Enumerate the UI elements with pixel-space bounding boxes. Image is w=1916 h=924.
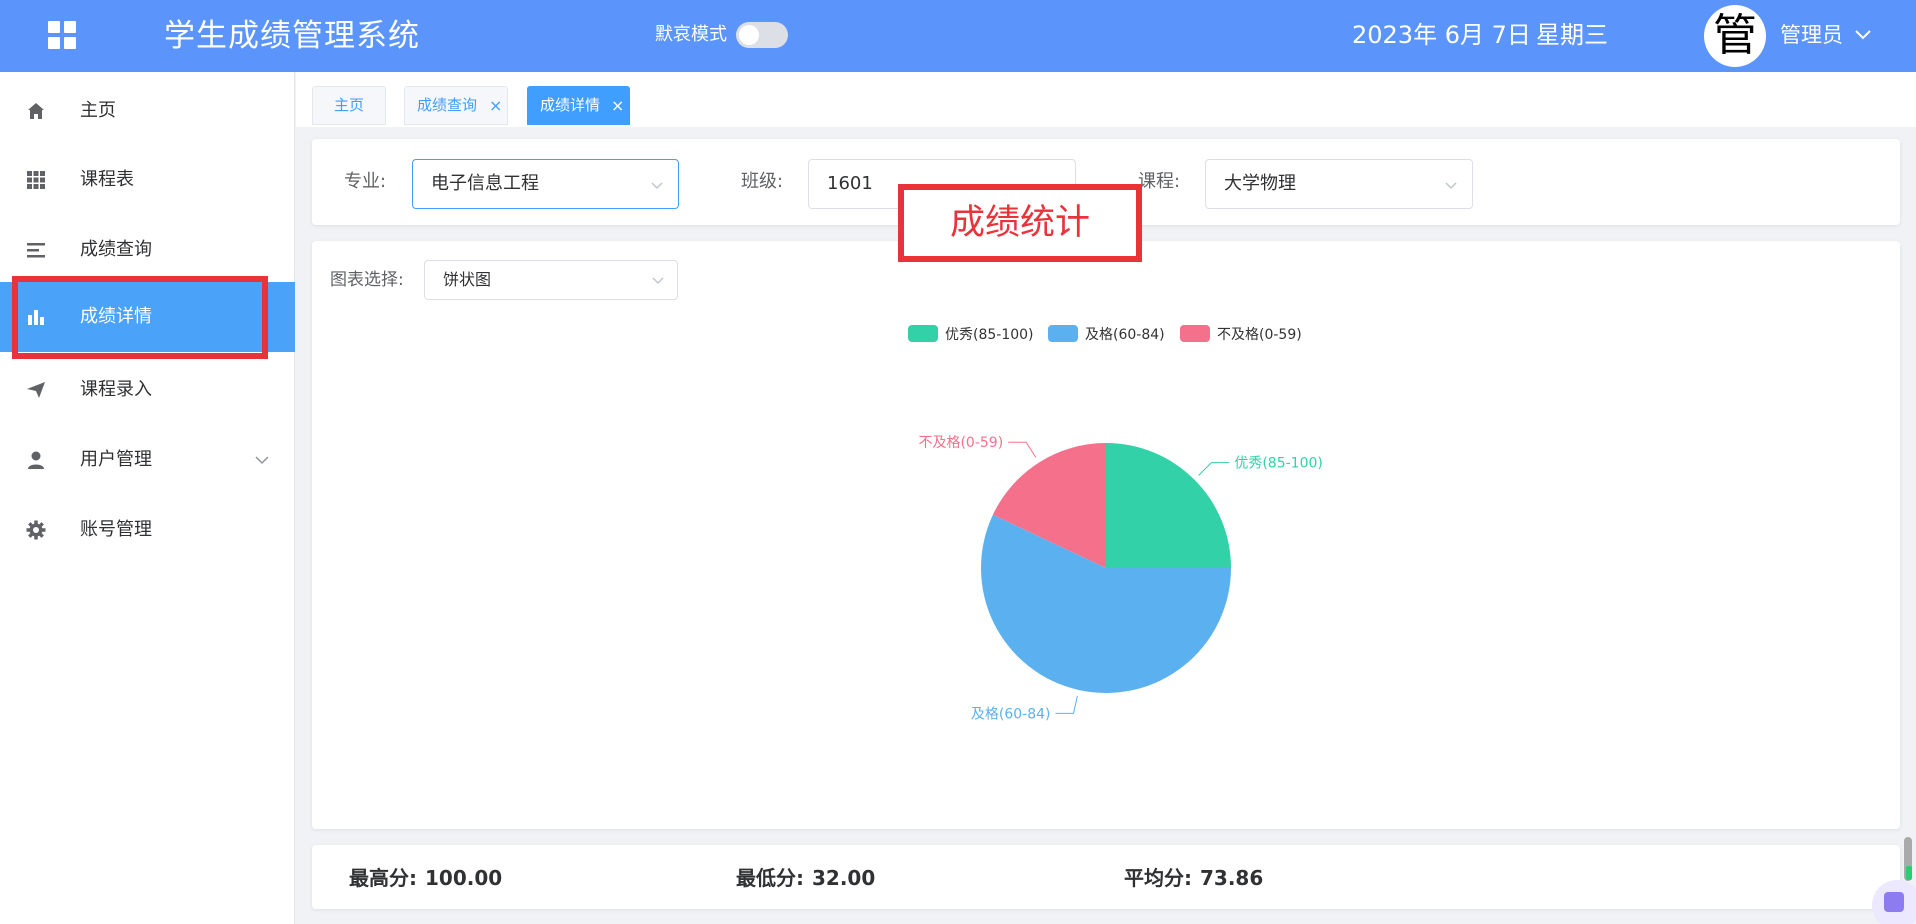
- sidebar-item-label: 课程录入: [80, 379, 152, 400]
- mourning-mode-toggle[interactable]: [736, 22, 788, 48]
- sidebar-item-label: 课程表: [80, 169, 134, 190]
- legend-item[interactable]: 及格(60-84): [1048, 325, 1165, 343]
- bar-chart-icon: [28, 310, 44, 325]
- tab-label: 成绩查询: [417, 96, 478, 114]
- pie-slice-label: 优秀(85-100): [1234, 456, 1323, 472]
- min-score-value: 32.00: [812, 866, 876, 890]
- avg-score-label: 平均分:: [1124, 866, 1192, 890]
- course-label: 课程:: [1138, 171, 1181, 192]
- close-icon[interactable]: ×: [489, 87, 502, 124]
- chevron-down-icon[interactable]: [1853, 24, 1873, 44]
- legend-item[interactable]: 优秀(85-100): [908, 325, 1034, 343]
- legend-swatch: [1048, 325, 1078, 342]
- tab-score-detail[interactable]: 成绩详情 ×: [527, 86, 630, 125]
- sidebar-item-home[interactable]: 主页: [0, 76, 295, 146]
- major-label: 专业:: [344, 171, 387, 192]
- major-value: 电子信息工程: [431, 173, 539, 194]
- sidebar-item-label: 用户管理: [80, 449, 152, 470]
- score-statistics-label: 成绩统计: [949, 203, 1090, 243]
- list-icon: [27, 243, 45, 258]
- tab-label: 主页: [334, 96, 365, 114]
- top-header: 学生成绩管理系统 默哀模式 2023年 6月 7日 星期三 管 管理员: [0, 0, 1916, 72]
- user-icon: [28, 451, 44, 469]
- tabs-bar: 主页 成绩查询 × 成绩详情 ×: [296, 72, 1916, 127]
- user-name[interactable]: 管理员: [1780, 22, 1843, 48]
- assistant-icon: [1884, 892, 1904, 912]
- home-icon: [28, 103, 44, 119]
- pie-slice-label: 不及格(0-59): [918, 435, 1003, 451]
- scroll-indicator: [1906, 866, 1912, 880]
- chevron-down-icon: [1445, 182, 1457, 190]
- pie-leader-line: [1198, 462, 1230, 476]
- course-value: 大学物理: [1224, 173, 1296, 194]
- pie-slice[interactable]: [1106, 443, 1231, 568]
- avg-score-value: 73.86: [1200, 866, 1264, 890]
- sidebar-item-user-management[interactable]: 用户管理: [0, 425, 295, 495]
- sidebar-item-label: 成绩详情: [80, 306, 152, 327]
- sidebar-item-timetable[interactable]: 课程表: [0, 145, 295, 215]
- pie-leader-line: [1008, 441, 1037, 458]
- current-date: 2023年 6月 7日: [1352, 21, 1531, 49]
- sidebar-item-score-detail[interactable]: 成绩详情: [0, 282, 295, 352]
- pie-slice-label: 及格(60-84): [971, 706, 1051, 722]
- sidebar-item-course-entry[interactable]: 课程录入: [0, 355, 295, 425]
- legend-label: 优秀(85-100): [945, 327, 1034, 343]
- grid-icon: [27, 171, 45, 189]
- sidebar: 主页 课程表 成绩查询 成绩详情 课程录入 用户管理 账号管理: [0, 72, 295, 924]
- chevron-down-icon: [651, 182, 663, 190]
- sidebar-item-score-query[interactable]: 成绩查询: [0, 215, 295, 285]
- major-select[interactable]: 电子信息工程: [412, 159, 679, 209]
- class-label: 班级:: [741, 171, 784, 192]
- summary-bar: 最高分: 100.00 最低分: 32.00 平均分: 73.86: [312, 845, 1900, 909]
- score-statistics-annotation: 成绩统计: [898, 184, 1142, 262]
- avatar[interactable]: 管: [1704, 5, 1766, 67]
- current-weekday: 星期三: [1536, 21, 1608, 49]
- pie-leader-line: [1055, 695, 1078, 714]
- legend-label: 不及格(0-59): [1217, 327, 1302, 343]
- sidebar-item-label: 账号管理: [80, 519, 152, 540]
- gear-icon: [26, 520, 46, 540]
- max-score-label: 最高分:: [349, 866, 417, 890]
- mourning-mode-label: 默哀模式: [655, 24, 727, 45]
- tab-home[interactable]: 主页: [312, 86, 386, 125]
- legend-label: 及格(60-84): [1085, 327, 1165, 343]
- min-score-label: 最低分:: [736, 866, 804, 890]
- legend-swatch: [908, 325, 938, 342]
- sidebar-item-label: 成绩查询: [80, 239, 152, 260]
- tab-label: 成绩详情: [540, 96, 601, 114]
- course-select[interactable]: 大学物理: [1205, 159, 1473, 209]
- chart-panel: 图表选择: 饼状图 优秀(85-100) 及格(60-84) 不及格(0-59) 优秀…: [312, 241, 1900, 829]
- tab-score-query[interactable]: 成绩查询 ×: [404, 86, 508, 125]
- legend-swatch: [1180, 325, 1210, 342]
- assistant-widget[interactable]: [1872, 880, 1916, 924]
- app-title: 学生成绩管理系统: [164, 18, 420, 54]
- close-icon[interactable]: ×: [611, 87, 624, 124]
- send-icon: [27, 382, 45, 398]
- sidebar-item-account-management[interactable]: 账号管理: [0, 495, 295, 565]
- sidebar-item-label: 主页: [80, 100, 116, 121]
- menu-grid-icon[interactable]: [48, 21, 76, 49]
- legend-item[interactable]: 不及格(0-59): [1180, 325, 1302, 343]
- pie-chart: 优秀(85-100) 及格(60-84) 不及格(0-59) 优秀(85-100) 及格…: [908, 325, 1323, 722]
- chevron-down-icon: [255, 456, 269, 465]
- max-score-value: 100.00: [425, 866, 503, 890]
- class-value: 1601: [827, 173, 873, 194]
